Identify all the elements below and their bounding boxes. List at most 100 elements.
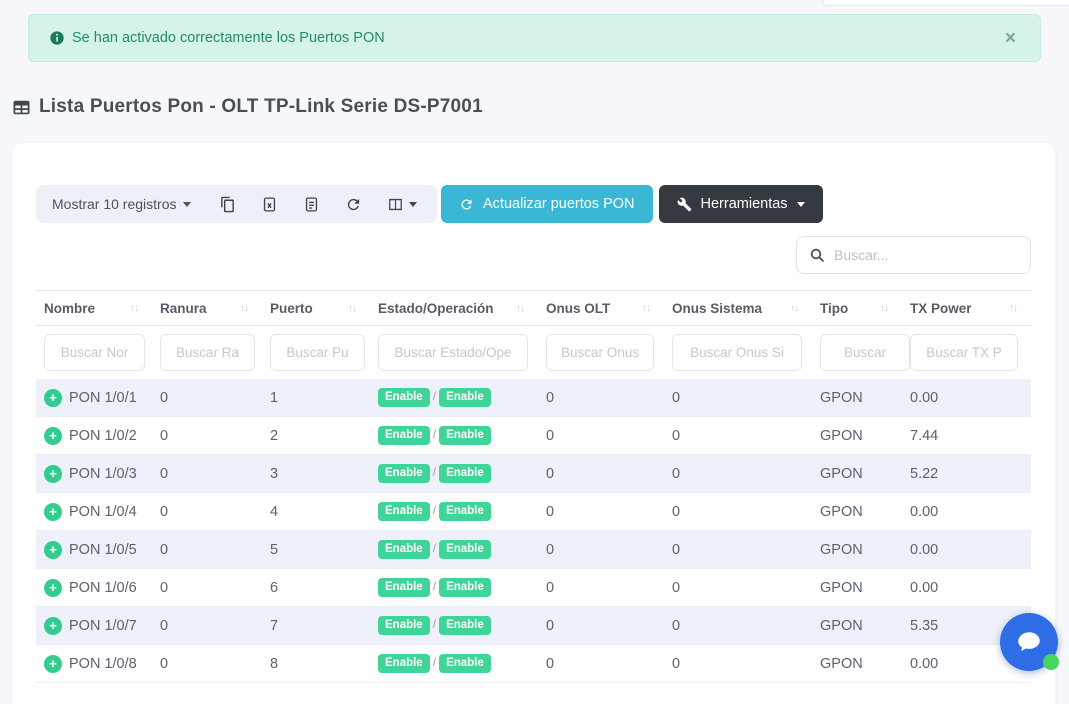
- search-icon: [809, 247, 825, 263]
- ranura-cell: 0: [152, 542, 262, 558]
- table-header-row: Nombre↑↓ Ranura↑↓ Puerto↑↓ Estado/Operac…: [36, 290, 1031, 326]
- table-toolbar: Mostrar 10 registros: [36, 185, 1031, 223]
- tipo-cell: GPON: [812, 428, 902, 444]
- onus-sistema-cell: 0: [664, 390, 812, 406]
- show-entries-dropdown[interactable]: Mostrar 10 registros: [52, 196, 191, 212]
- expand-row-icon[interactable]: +: [44, 579, 62, 597]
- tx-power-cell: 5.22: [902, 466, 1031, 482]
- estado-badge: Enable: [378, 464, 430, 483]
- table-row: + PON 1/0/1 0 1 Enable/Enable 0 0 GPON 0…: [36, 379, 1031, 417]
- sort-icon[interactable]: ↑↓: [880, 303, 888, 314]
- chat-bubble-icon: [1014, 627, 1044, 657]
- filter-nombre-input[interactable]: [44, 334, 145, 371]
- update-pon-ports-button[interactable]: Actualizar puertos PON: [441, 185, 653, 223]
- onus-sistema-cell: 0: [664, 428, 812, 444]
- expand-row-icon[interactable]: +: [44, 503, 62, 521]
- page-title: Lista Puertos Pon - OLT TP-Link Serie DS…: [12, 96, 483, 118]
- online-status-dot: [1043, 654, 1059, 670]
- table-row: + PON 1/0/2 0 2 Enable/Enable 0 0 GPON 7…: [36, 417, 1031, 455]
- port-name: PON 1/0/6: [69, 580, 137, 596]
- search-input[interactable]: [834, 247, 1018, 263]
- ranura-cell: 0: [152, 618, 262, 634]
- filter-tipo-input[interactable]: [820, 334, 910, 371]
- tools-dropdown-button[interactable]: Herramientas: [659, 185, 823, 223]
- alert-message: Se han activado correctamente los Puerto…: [72, 30, 385, 46]
- expand-row-icon[interactable]: +: [44, 617, 62, 635]
- column-header-estado-operacion[interactable]: Estado/Operación↑↓: [370, 301, 538, 316]
- column-visibility-button[interactable]: [383, 192, 421, 217]
- filter-ranura-input[interactable]: [160, 334, 255, 371]
- estado-badge: Enable: [378, 426, 430, 445]
- ranura-cell: 0: [152, 504, 262, 520]
- column-header-onus-sistema[interactable]: Onus Sistema↑↓: [664, 301, 812, 316]
- sort-icon[interactable]: ↑↓: [130, 303, 138, 314]
- global-search: [796, 236, 1031, 274]
- filter-onus-olt-input[interactable]: [546, 334, 654, 371]
- copy-icon: [219, 196, 236, 213]
- sort-icon[interactable]: ↑↓: [348, 303, 356, 314]
- reload-table-button[interactable]: [341, 192, 366, 217]
- column-header-nombre[interactable]: Nombre↑↓: [36, 301, 152, 316]
- puerto-cell: 7: [262, 618, 370, 634]
- estado-badge: Enable: [378, 540, 430, 559]
- estado-badge: Enable: [378, 502, 430, 521]
- filter-tx-power-input[interactable]: [910, 334, 1018, 371]
- sort-icon[interactable]: ↑↓: [1009, 303, 1017, 314]
- operacion-badge: Enable: [439, 426, 491, 445]
- filter-onus-sistema-input[interactable]: [672, 334, 802, 371]
- expand-row-icon[interactable]: +: [44, 427, 62, 445]
- chevron-down-icon: [183, 202, 191, 207]
- columns-icon: [387, 196, 404, 213]
- port-name: PON 1/0/3: [69, 466, 137, 482]
- chat-widget-button[interactable]: [1000, 613, 1058, 671]
- filter-puerto-input[interactable]: [270, 334, 365, 371]
- operacion-badge: Enable: [439, 464, 491, 483]
- estado-operacion-cell: Enable/Enable: [370, 616, 538, 635]
- operacion-badge: Enable: [439, 578, 491, 597]
- export-buttons: [215, 192, 421, 217]
- column-header-ranura[interactable]: Ranura↑↓: [152, 301, 262, 316]
- onus-olt-cell: 0: [538, 466, 664, 482]
- onus-sistema-cell: 0: [664, 618, 812, 634]
- sort-icon[interactable]: ↑↓: [642, 303, 650, 314]
- onus-sistema-cell: 0: [664, 504, 812, 520]
- onus-sistema-cell: 0: [664, 542, 812, 558]
- expand-row-icon[interactable]: +: [44, 465, 62, 483]
- puerto-cell: 5: [262, 542, 370, 558]
- port-name: PON 1/0/1: [69, 390, 137, 406]
- tipo-cell: GPON: [812, 542, 902, 558]
- operacion-badge: Enable: [439, 502, 491, 521]
- port-name: PON 1/0/5: [69, 542, 137, 558]
- port-name: PON 1/0/8: [69, 656, 137, 672]
- column-header-onus-olt[interactable]: Onus OLT↑↓: [538, 301, 664, 316]
- copy-button[interactable]: [215, 192, 240, 217]
- ranura-cell: 0: [152, 656, 262, 672]
- expand-row-icon[interactable]: +: [44, 541, 62, 559]
- port-name: PON 1/0/4: [69, 504, 137, 520]
- estado-badge: Enable: [378, 654, 430, 673]
- tx-power-cell: 7.44: [902, 428, 1031, 444]
- port-name: PON 1/0/2: [69, 428, 137, 444]
- alert-close-button[interactable]: ×: [1001, 27, 1020, 50]
- sort-icon[interactable]: ↑↓: [516, 303, 524, 314]
- ranura-cell: 0: [152, 466, 262, 482]
- tipo-cell: GPON: [812, 580, 902, 596]
- export-file-button[interactable]: [299, 192, 324, 217]
- tipo-cell: GPON: [812, 656, 902, 672]
- column-header-puerto[interactable]: Puerto↑↓: [262, 301, 370, 316]
- column-header-tipo[interactable]: Tipo↑↓: [812, 301, 902, 316]
- sort-icon[interactable]: ↑↓: [790, 303, 798, 314]
- puerto-cell: 8: [262, 656, 370, 672]
- estado-badge: Enable: [378, 578, 430, 597]
- expand-row-icon[interactable]: +: [44, 655, 62, 673]
- badge-separator: /: [433, 427, 436, 441]
- sort-icon[interactable]: ↑↓: [240, 303, 248, 314]
- filter-estado-input[interactable]: [378, 334, 528, 371]
- export-excel-button[interactable]: [257, 192, 282, 217]
- expand-row-icon[interactable]: +: [44, 389, 62, 407]
- column-header-tx-power[interactable]: TX Power↑↓: [902, 301, 1031, 316]
- table-icon: [12, 98, 31, 117]
- onus-olt-cell: 0: [538, 656, 664, 672]
- badge-separator: /: [433, 541, 436, 555]
- puerto-cell: 1: [262, 390, 370, 406]
